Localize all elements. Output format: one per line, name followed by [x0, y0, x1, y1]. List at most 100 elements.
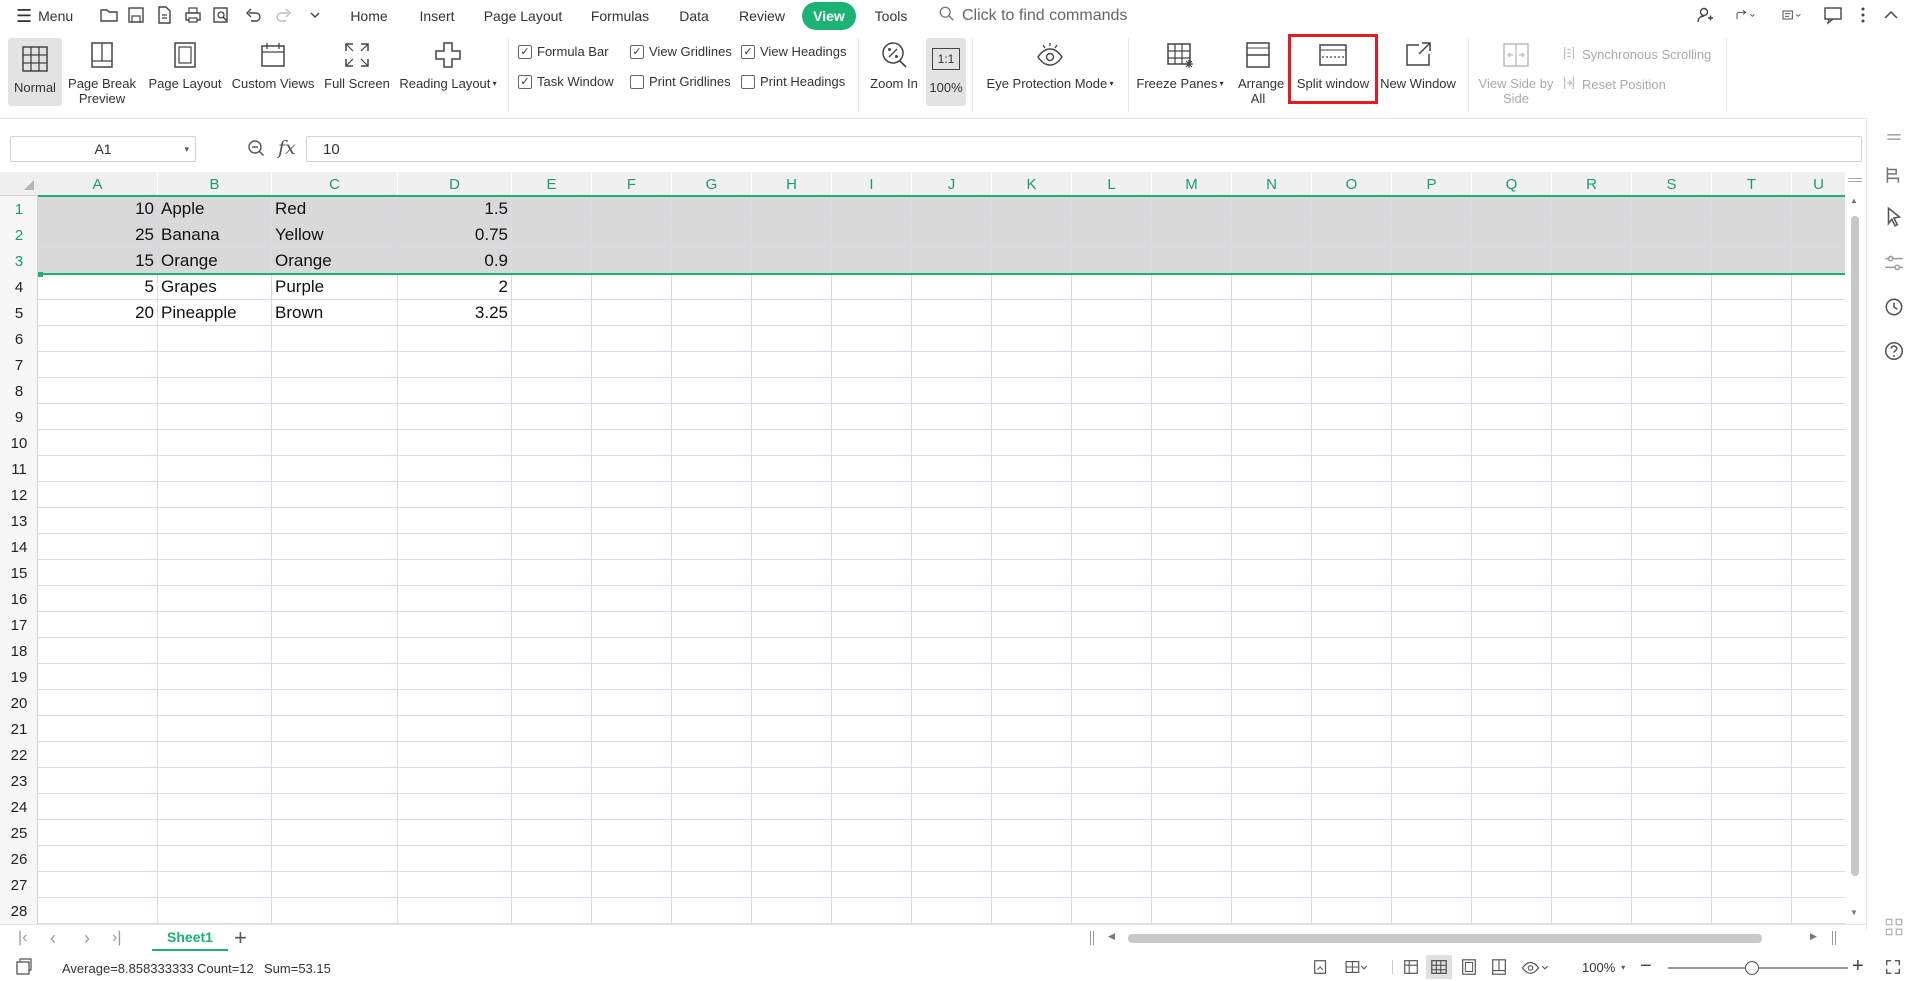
row-header-14[interactable]: 14: [0, 534, 38, 560]
help-icon[interactable]: [1881, 338, 1907, 364]
history-icon[interactable]: [1881, 294, 1907, 320]
name-box[interactable]: A1 ▾: [10, 136, 196, 162]
page-layout-status-icon[interactable]: [1460, 958, 1478, 979]
menu-button[interactable]: ☰ Menu: [16, 5, 73, 27]
row-header-25[interactable]: 25: [0, 820, 38, 846]
row-header-16[interactable]: 16: [0, 586, 38, 612]
row-header-6[interactable]: 6: [0, 326, 38, 352]
print-icon[interactable]: [182, 4, 204, 26]
row-header-11[interactable]: 11: [0, 456, 38, 482]
tab-home[interactable]: Home: [346, 6, 392, 26]
tab-data[interactable]: Data: [676, 6, 712, 26]
column-header-m[interactable]: M: [1152, 172, 1232, 196]
cell-d2[interactable]: 0.75: [398, 222, 511, 248]
next-sheet-icon[interactable]: ›: [84, 928, 90, 949]
scroll-left-arrow[interactable]: ◀: [1108, 931, 1115, 942]
cell-mode-icon[interactable]: [1312, 958, 1330, 979]
more-options-icon[interactable]: [1852, 4, 1874, 26]
row-header-15[interactable]: 15: [0, 560, 38, 586]
cell-c2[interactable]: Yellow: [272, 222, 397, 248]
share-icon[interactable]: [1728, 4, 1762, 26]
scroll-up-arrow[interactable]: ▲: [1850, 196, 1858, 205]
layout-options-icon[interactable]: [1342, 958, 1370, 979]
scroll-down-arrow[interactable]: ▼: [1850, 908, 1858, 917]
synchronous-scrolling-button[interactable]: Synchronous Scrolling: [1562, 46, 1711, 63]
collapse-ribbon-icon[interactable]: [1880, 4, 1902, 26]
row-header-18[interactable]: 18: [0, 638, 38, 664]
view-side-by-side-button[interactable]: View Side by Side: [1476, 38, 1556, 106]
prev-sheet-icon[interactable]: ‹: [50, 928, 56, 949]
scroll-right-arrow[interactable]: ▶: [1810, 931, 1817, 942]
zoom-in-button[interactable]: Zoom In: [866, 38, 922, 91]
fit-window-icon[interactable]: [1884, 958, 1902, 979]
cell-a3[interactable]: 15: [38, 248, 157, 274]
task-window-checkbox[interactable]: ✓ Task Window: [518, 74, 614, 89]
cell-d4[interactable]: 2: [398, 274, 511, 300]
row-header-3[interactable]: 3: [0, 248, 38, 274]
column-header-p[interactable]: P: [1392, 172, 1472, 196]
zoom-level-dropdown[interactable]: 100% ▾: [1582, 960, 1625, 975]
column-header-c[interactable]: C: [272, 172, 398, 196]
select-all-corner[interactable]: [0, 172, 38, 196]
vertical-scrollbar[interactable]: ▲ ▼: [1845, 172, 1865, 924]
reading-layout-button[interactable]: Reading Layout ▾: [396, 38, 500, 91]
page-layout-view-button[interactable]: Page Layout: [146, 38, 224, 91]
column-header-g[interactable]: G: [672, 172, 752, 196]
row-header-7[interactable]: 7: [0, 352, 38, 378]
zoom-formula-icon[interactable]: [246, 138, 268, 160]
print-preview-icon[interactable]: [210, 4, 232, 26]
row-header-27[interactable]: 27: [0, 872, 38, 898]
column-header-a[interactable]: A: [38, 172, 158, 196]
reset-position-button[interactable]: Reset Position: [1562, 76, 1666, 93]
arrange-all-button[interactable]: Arrange All: [1230, 38, 1286, 106]
column-header-h[interactable]: H: [752, 172, 832, 196]
cell-b4[interactable]: Grapes: [158, 274, 271, 300]
page-break-status-icon[interactable]: [1490, 958, 1508, 979]
row-header-22[interactable]: 22: [0, 742, 38, 768]
comment-icon[interactable]: [1822, 4, 1844, 26]
column-header-l[interactable]: L: [1072, 172, 1152, 196]
normal-view-status-icon[interactable]: [1426, 955, 1452, 979]
column-header-n[interactable]: N: [1232, 172, 1312, 196]
formula-bar-checkbox[interactable]: ✓ Formula Bar: [518, 44, 609, 59]
cell-c1[interactable]: Red: [272, 196, 397, 222]
page-break-preview-button[interactable]: Page Break Preview: [66, 38, 138, 106]
property-panel-icon[interactable]: [1881, 162, 1907, 188]
cell-d3[interactable]: 0.9: [398, 248, 511, 274]
tab-insert[interactable]: Insert: [414, 6, 460, 26]
column-header-i[interactable]: I: [832, 172, 912, 196]
row-header-2[interactable]: 2: [0, 222, 38, 248]
new-window-button[interactable]: New Window: [1378, 38, 1458, 91]
export-pdf-icon[interactable]: [153, 4, 175, 26]
first-sheet-icon[interactable]: |‹: [18, 929, 27, 947]
cell-b3[interactable]: Orange: [158, 248, 271, 274]
column-header-s[interactable]: S: [1632, 172, 1712, 196]
view-gridlines-checkbox[interactable]: ✓ View Gridlines: [630, 44, 732, 59]
hsplit-handle[interactable]: [1832, 931, 1836, 945]
print-headings-checkbox[interactable]: Print Headings: [741, 74, 845, 89]
app-grid-icon[interactable]: [1881, 914, 1907, 940]
tab-review[interactable]: Review: [734, 6, 790, 26]
select-cursor-icon[interactable]: [1881, 204, 1907, 230]
customize-toolbar-icon[interactable]: [304, 4, 326, 26]
cell-a5[interactable]: 20: [38, 300, 157, 326]
tab-view[interactable]: View: [802, 2, 856, 30]
zoom-in-button-status[interactable]: +: [1852, 955, 1864, 978]
tab-page-layout[interactable]: Page Layout: [482, 6, 564, 26]
zoom-slider-thumb[interactable]: [1745, 961, 1759, 975]
insert-function-icon[interactable]: fx: [278, 137, 296, 159]
column-header-r[interactable]: R: [1552, 172, 1632, 196]
undo-icon[interactable]: [242, 4, 264, 26]
column-header-d[interactable]: D: [398, 172, 512, 196]
last-sheet-icon[interactable]: ›|: [112, 929, 121, 947]
macro-record-icon[interactable]: [14, 957, 34, 980]
cell-a1[interactable]: 10: [38, 196, 157, 222]
reading-mode-icon[interactable]: [1402, 958, 1420, 979]
row-header-10[interactable]: 10: [0, 430, 38, 456]
row-header-17[interactable]: 17: [0, 612, 38, 638]
full-screen-button[interactable]: Full Screen: [322, 38, 392, 91]
cell-a4[interactable]: 5: [38, 274, 157, 300]
view-headings-checkbox[interactable]: ✓ View Headings: [741, 44, 846, 59]
row-header-4[interactable]: 4: [0, 274, 38, 300]
normal-view-button[interactable]: Normal: [8, 38, 62, 106]
